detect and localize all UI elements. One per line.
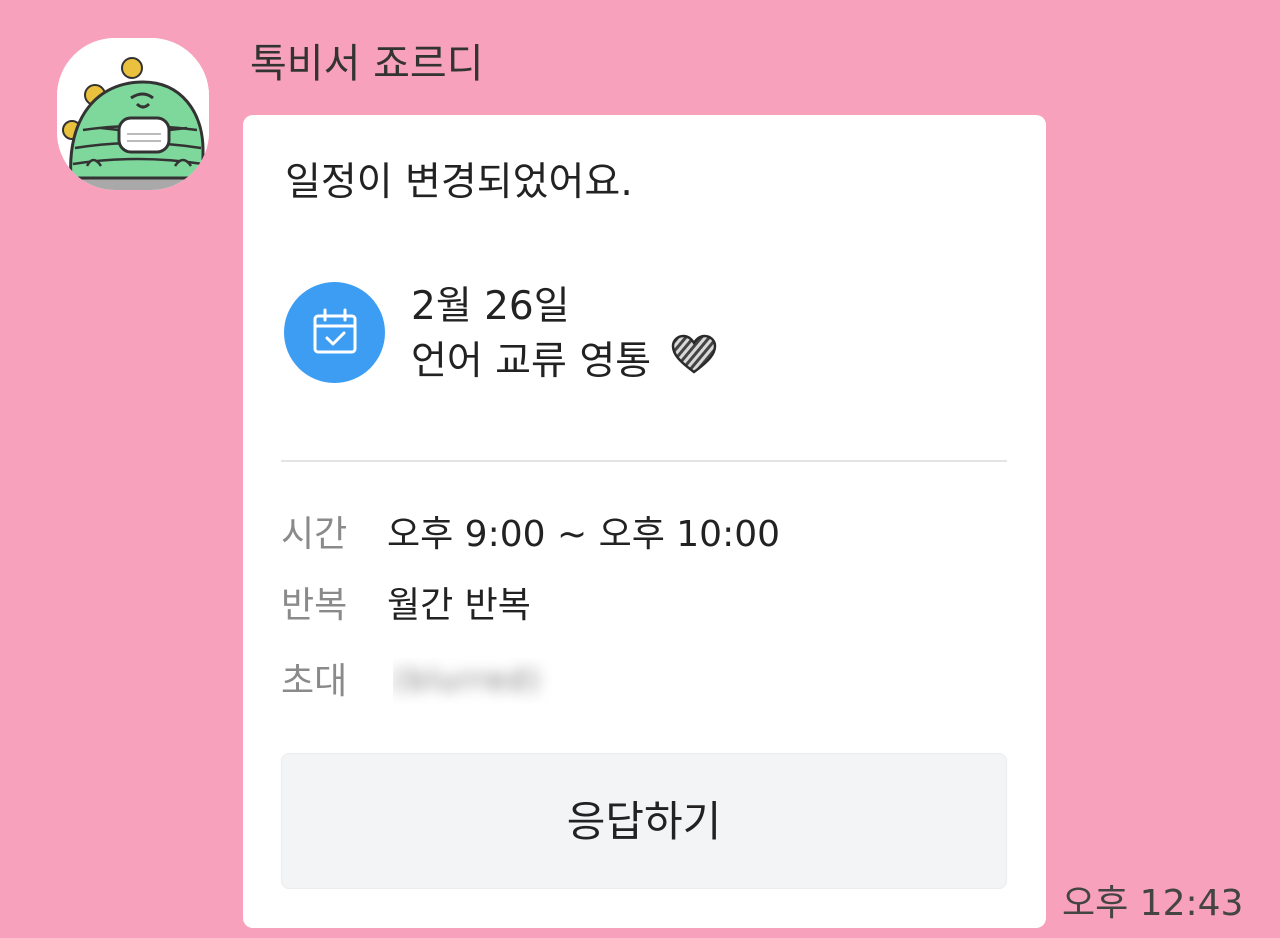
card-headline: 일정이 변경되었어요. <box>285 160 633 205</box>
time-value: 오후 9:00 ~ 오후 10:00 <box>387 514 781 555</box>
repeat-value: 월간 반복 <box>387 585 531 626</box>
invitee-names-blurred: (blurred) <box>393 658 665 704</box>
respond-button[interactable]: 응답하기 <box>281 753 1007 889</box>
invite-label: 초대 <box>281 661 348 702</box>
event-title: 언어 교류 영통 <box>411 339 652 384</box>
event-title-line: 언어 교류 영통 <box>411 334 717 388</box>
jordy-avatar-icon <box>57 38 209 190</box>
sender-name: 톡비서 죠르디 <box>250 41 484 87</box>
message-timestamp: 오후 12:43 <box>1062 883 1244 924</box>
time-label: 시간 <box>281 514 348 555</box>
card-divider <box>281 460 1007 462</box>
calendar-check-icon <box>284 282 385 383</box>
event-date: 2월 26일 <box>411 284 570 329</box>
sender-avatar[interactable] <box>57 38 209 190</box>
striped-heart-icon <box>671 334 717 388</box>
schedule-change-card: 일정이 변경되었어요. 2월 26일 언어 교류 영통 시간 오후 9:00 ~… <box>243 115 1046 928</box>
invite-value: (blurred) <box>393 663 542 698</box>
repeat-label: 반복 <box>281 585 348 626</box>
